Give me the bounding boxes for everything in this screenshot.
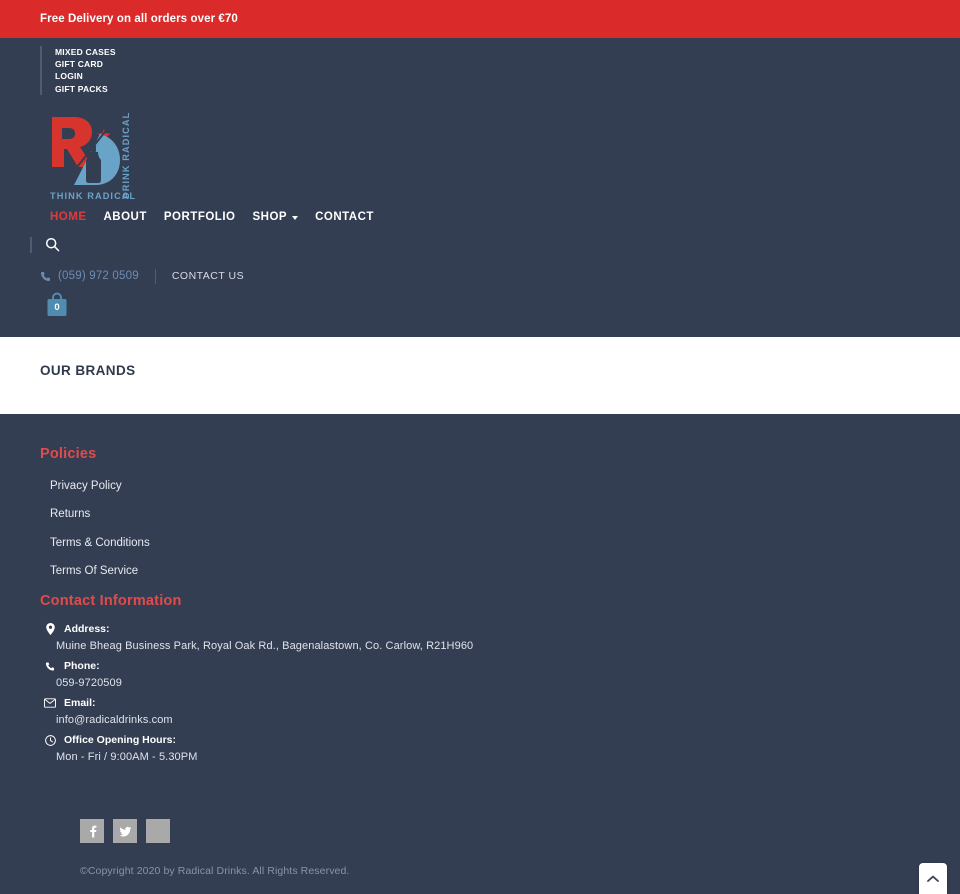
footer-contact-heading: Contact Information [40,593,182,610]
contact-phone-label-row: Phone: [40,660,960,672]
nav-item-home[interactable]: HOME [40,211,104,223]
search-row [0,223,960,253]
contact-row-hours: Office Opening Hours: Mon - Fri / 9:00AM… [40,734,960,763]
nav-label: PORTFOLIO [163,210,236,223]
list-item[interactable]: Returns [40,504,960,522]
footer-link-returns[interactable]: Returns [40,508,90,520]
nav-label: SHOP [252,210,288,223]
cart-count-badge: 0 [54,301,60,313]
contact-row-phone: Phone: 059-9720509 [40,660,960,689]
top-menu-item-mixed-cases[interactable]: MIXED CASES [55,46,960,58]
facebook-glyph [89,825,96,838]
chevron-down-icon [292,215,299,220]
list-item[interactable]: Terms Of Service [40,561,960,579]
facebook-icon[interactable] [80,819,104,844]
logo-graphic: THINK RADICAL DRINK RADICAL [50,112,135,201]
phone-icon [41,271,50,281]
top-menu-label: GIFT CARD [55,59,104,70]
site-footer: Policies Privacy Policy Returns Terms & … [0,413,960,878]
contact-row-address: Address: Muine Bheag Business Park, Roya… [40,623,960,652]
site-header: MIXED CASES GIFT CARD LOGIN GIFT PACKS T… [0,38,960,337]
footer-contact-info: Address: Muine Bheag Business Park, Roya… [40,623,960,763]
header-phone-link[interactable]: (059) 972 0509 [40,270,139,282]
clock-icon [44,734,56,746]
nav-label: ABOUT [103,210,147,223]
top-menu-item-login[interactable]: LOGIN [55,70,960,82]
contact-phone-value: 059-9720509 [56,677,122,690]
contact-row-email: Email: info@radicaldrinks.com [40,697,960,726]
main-navigation: HOME ABOUT PORTFOLIO SHOP CONTACT [0,203,960,223]
contact-hours-label-row: Office Opening Hours: [40,734,960,746]
footer-policies-heading: Policies [40,445,97,462]
top-utility-menu: MIXED CASES GIFT CARD LOGIN GIFT PACKS [0,38,960,95]
copyright-text: ©Copyright 2020 by Radical Drinks. All R… [80,865,350,878]
top-menu-label: GIFT PACKS [55,83,108,94]
top-menu-item-gift-card[interactable]: GIFT CARD [55,58,960,70]
nav-item-shop[interactable]: SHOP [252,211,315,223]
contact-email-value: info@radicaldrinks.com [56,714,173,727]
announcement-bar: Free Delivery on all orders over €70 [0,0,960,38]
top-menu-item-gift-packs[interactable]: GIFT PACKS [55,83,960,95]
nav-item-about[interactable]: ABOUT [104,211,164,223]
site-logo[interactable]: THINK RADICAL DRINK RADICAL [44,111,136,203]
contact-address-value: Muine Bheag Business Park, Royal Oak Rd.… [56,640,474,653]
top-menu-label: MIXED CASES [55,47,116,57]
list-item[interactable]: Privacy Policy [40,476,960,494]
header-spacer [0,319,960,337]
footer-policies-list: Privacy Policy Returns Terms & Condition… [40,476,960,580]
header-phone-number: (059) 972 0509 [58,270,139,283]
footer-link-terms-of-service[interactable]: Terms Of Service [40,565,138,577]
contact-us-link[interactable]: CONTACT US [172,270,244,282]
scroll-to-top-button[interactable] [919,863,947,894]
svg-text:DRINK RADICAL: DRINK RADICAL [121,112,131,199]
phone-icon [44,661,56,672]
contact-hours-value: Mon - Fri / 9:00AM - 5.30PM [56,751,198,764]
contact-phone-label: Phone: [64,660,100,673]
cart-row: 0 [0,284,960,319]
top-menu-label: LOGIN [55,71,83,82]
contact-email-label: Email: [64,697,96,710]
nav-label: HOME [50,210,87,223]
our-brands-section: OUR BRANDS [0,336,960,414]
social-links [40,771,960,844]
search-glyph [45,238,60,252]
nav-item-portfolio[interactable]: PORTFOLIO [164,211,253,223]
nav-label: CONTACT [315,210,374,223]
contact-address-label-row: Address: [40,623,960,636]
search-icon[interactable] [45,237,60,252]
blank-social-icon[interactable] [146,819,170,844]
logo-container[interactable]: THINK RADICAL DRINK RADICAL [0,95,960,203]
cart-button[interactable]: 0 [45,291,69,319]
contact-email-label-row: Email: [40,697,960,709]
map-pin-icon [44,623,56,636]
search-divider [30,236,32,253]
our-brands-title: OUR BRANDS [40,362,136,378]
contact-separator [154,268,156,284]
footer-link-terms-conditions[interactable]: Terms & Conditions [40,537,150,549]
footer-link-privacy-policy[interactable]: Privacy Policy [40,480,122,492]
header-contact-row: (059) 972 0509 CONTACT US [0,253,960,284]
chevron-up-icon [927,875,939,882]
top-utility-menu-list: MIXED CASES GIFT CARD LOGIN GIFT PACKS [40,46,960,95]
twitter-glyph [118,826,131,837]
nav-item-contact[interactable]: CONTACT [315,211,391,223]
list-item[interactable]: Terms & Conditions [40,533,960,551]
envelope-icon [44,698,56,708]
contact-address-label: Address: [64,623,110,636]
twitter-icon[interactable] [113,819,137,844]
contact-hours-label: Office Opening Hours: [64,734,177,747]
announcement-text: Free Delivery on all orders over €70 [40,13,238,25]
